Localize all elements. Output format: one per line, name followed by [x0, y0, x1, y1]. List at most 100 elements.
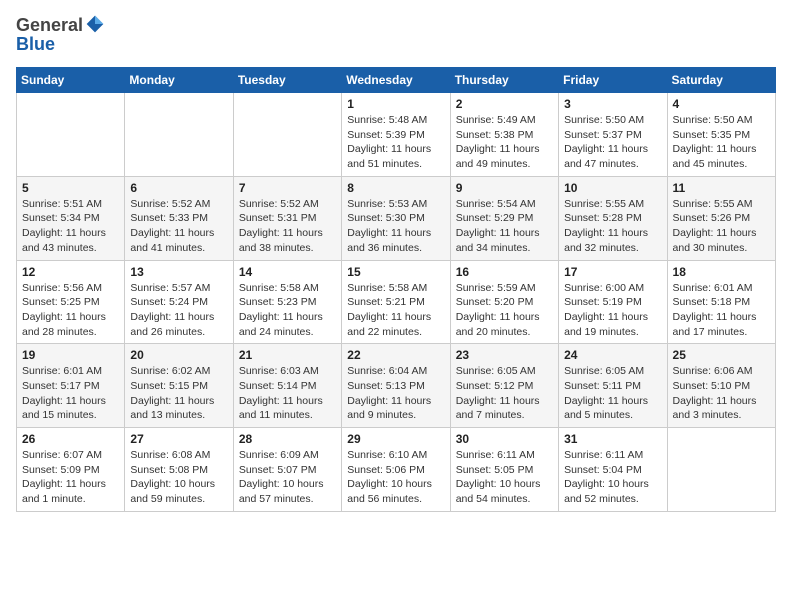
calendar-cell: 24 Sunrise: 6:05 AM Sunset: 5:11 PM Dayli…: [559, 344, 667, 428]
calendar-week-3: 12 Sunrise: 5:56 AM Sunset: 5:25 PM Dayli…: [17, 260, 776, 344]
day-number: 19: [22, 348, 119, 362]
page-header: General Blue: [16, 16, 776, 55]
day-number: 27: [130, 432, 227, 446]
calendar-cell: 1 Sunrise: 5:48 AM Sunset: 5:39 PM Daylig…: [342, 93, 450, 177]
day-info: Sunrise: 5:48 AM Sunset: 5:39 PM Dayligh…: [347, 113, 444, 172]
day-info: Sunrise: 5:54 AM Sunset: 5:29 PM Dayligh…: [456, 197, 553, 256]
day-info: Sunrise: 5:52 AM Sunset: 5:33 PM Dayligh…: [130, 197, 227, 256]
calendar-cell: 8 Sunrise: 5:53 AM Sunset: 5:30 PM Daylig…: [342, 176, 450, 260]
day-info: Sunrise: 5:56 AM Sunset: 5:25 PM Dayligh…: [22, 281, 119, 340]
day-number: 1: [347, 97, 444, 111]
day-number: 12: [22, 265, 119, 279]
calendar-cell: 4 Sunrise: 5:50 AM Sunset: 5:35 PM Daylig…: [667, 93, 775, 177]
day-info: Sunrise: 6:09 AM Sunset: 5:07 PM Dayligh…: [239, 448, 336, 507]
day-info: Sunrise: 6:04 AM Sunset: 5:13 PM Dayligh…: [347, 364, 444, 423]
day-number: 9: [456, 181, 553, 195]
calendar-cell: [233, 93, 341, 177]
day-number: 30: [456, 432, 553, 446]
calendar-cell: 3 Sunrise: 5:50 AM Sunset: 5:37 PM Daylig…: [559, 93, 667, 177]
calendar-cell: 27Sunrise: 6:08 AM Sunset: 5:08 PM Dayli…: [125, 428, 233, 512]
day-number: 29: [347, 432, 444, 446]
weekday-header-friday: Friday: [559, 68, 667, 93]
day-number: 17: [564, 265, 661, 279]
day-number: 20: [130, 348, 227, 362]
day-info: Sunrise: 5:51 AM Sunset: 5:34 PM Dayligh…: [22, 197, 119, 256]
calendar-header-row: SundayMondayTuesdayWednesdayThursdayFrid…: [17, 68, 776, 93]
day-info: Sunrise: 5:58 AM Sunset: 5:23 PM Dayligh…: [239, 281, 336, 340]
calendar-cell: 21 Sunrise: 6:03 AM Sunset: 5:14 PM Dayli…: [233, 344, 341, 428]
calendar-cell: 25 Sunrise: 6:06 AM Sunset: 5:10 PM Dayli…: [667, 344, 775, 428]
calendar-week-1: 1 Sunrise: 5:48 AM Sunset: 5:39 PM Daylig…: [17, 93, 776, 177]
calendar-cell: 6 Sunrise: 5:52 AM Sunset: 5:33 PM Daylig…: [125, 176, 233, 260]
calendar-cell: 28 Sunrise: 6:09 AM Sunset: 5:07 PM Dayli…: [233, 428, 341, 512]
day-info: Sunrise: 5:50 AM Sunset: 5:37 PM Dayligh…: [564, 113, 661, 172]
calendar-cell: 30Sunrise: 6:11 AM Sunset: 5:05 PM Dayli…: [450, 428, 558, 512]
calendar-cell: 22 Sunrise: 6:04 AM Sunset: 5:13 PM Dayli…: [342, 344, 450, 428]
calendar-cell: 11 Sunrise: 5:55 AM Sunset: 5:26 PM Dayli…: [667, 176, 775, 260]
calendar-cell: 10 Sunrise: 5:55 AM Sunset: 5:28 PM Dayli…: [559, 176, 667, 260]
day-info: Sunrise: 5:49 AM Sunset: 5:38 PM Dayligh…: [456, 113, 553, 172]
day-number: 31: [564, 432, 661, 446]
day-info: Sunrise: 6:06 AM Sunset: 5:10 PM Dayligh…: [673, 364, 770, 423]
day-info: Sunrise: 6:01 AM Sunset: 5:17 PM Dayligh…: [22, 364, 119, 423]
day-number: 6: [130, 181, 227, 195]
day-info: Sunrise: 5:55 AM Sunset: 5:26 PM Dayligh…: [673, 197, 770, 256]
calendar-cell: 19 Sunrise: 6:01 AM Sunset: 5:17 PM Dayli…: [17, 344, 125, 428]
calendar-cell: 15Sunrise: 5:58 AM Sunset: 5:21 PM Dayli…: [342, 260, 450, 344]
day-info: Sunrise: 6:07 AM Sunset: 5:09 PM Dayligh…: [22, 448, 119, 507]
calendar-week-4: 19 Sunrise: 6:01 AM Sunset: 5:17 PM Dayli…: [17, 344, 776, 428]
day-info: Sunrise: 6:03 AM Sunset: 5:14 PM Dayligh…: [239, 364, 336, 423]
day-info: Sunrise: 5:59 AM Sunset: 5:20 PM Dayligh…: [456, 281, 553, 340]
logo-blue-text: Blue: [16, 34, 55, 55]
day-number: 13: [130, 265, 227, 279]
calendar-cell: 13Sunrise: 5:57 AM Sunset: 5:24 PM Dayli…: [125, 260, 233, 344]
calendar-cell: 2 Sunrise: 5:49 AM Sunset: 5:38 PM Daylig…: [450, 93, 558, 177]
calendar-cell: 18Sunrise: 6:01 AM Sunset: 5:18 PM Dayli…: [667, 260, 775, 344]
day-number: 8: [347, 181, 444, 195]
day-number: 23: [456, 348, 553, 362]
day-number: 11: [673, 181, 770, 195]
calendar-cell: [667, 428, 775, 512]
day-number: 16: [456, 265, 553, 279]
day-number: 22: [347, 348, 444, 362]
calendar-cell: 26 Sunrise: 6:07 AM Sunset: 5:09 PM Dayli…: [17, 428, 125, 512]
weekday-header-thursday: Thursday: [450, 68, 558, 93]
day-info: Sunrise: 6:05 AM Sunset: 5:11 PM Dayligh…: [564, 364, 661, 423]
day-info: Sunrise: 5:53 AM Sunset: 5:30 PM Dayligh…: [347, 197, 444, 256]
day-info: Sunrise: 5:52 AM Sunset: 5:31 PM Dayligh…: [239, 197, 336, 256]
calendar-cell: [125, 93, 233, 177]
day-number: 21: [239, 348, 336, 362]
day-number: 24: [564, 348, 661, 362]
day-number: 4: [673, 97, 770, 111]
calendar-cell: 29 Sunrise: 6:10 AM Sunset: 5:06 PM Dayli…: [342, 428, 450, 512]
calendar-cell: 31 Sunrise: 6:11 AM Sunset: 5:04 PM Dayli…: [559, 428, 667, 512]
day-info: Sunrise: 6:00 AM Sunset: 5:19 PM Dayligh…: [564, 281, 661, 340]
day-number: 15: [347, 265, 444, 279]
day-number: 2: [456, 97, 553, 111]
weekday-header-sunday: Sunday: [17, 68, 125, 93]
day-info: Sunrise: 6:10 AM Sunset: 5:06 PM Dayligh…: [347, 448, 444, 507]
day-number: 25: [673, 348, 770, 362]
calendar-cell: 14Sunrise: 5:58 AM Sunset: 5:23 PM Dayli…: [233, 260, 341, 344]
calendar-cell: 9 Sunrise: 5:54 AM Sunset: 5:29 PM Daylig…: [450, 176, 558, 260]
calendar-cell: 5Sunrise: 5:51 AM Sunset: 5:34 PM Daylig…: [17, 176, 125, 260]
day-info: Sunrise: 6:11 AM Sunset: 5:04 PM Dayligh…: [564, 448, 661, 507]
day-info: Sunrise: 5:50 AM Sunset: 5:35 PM Dayligh…: [673, 113, 770, 172]
calendar-cell: 17 Sunrise: 6:00 AM Sunset: 5:19 PM Dayli…: [559, 260, 667, 344]
day-number: 10: [564, 181, 661, 195]
calendar-cell: 16 Sunrise: 5:59 AM Sunset: 5:20 PM Dayli…: [450, 260, 558, 344]
day-number: 3: [564, 97, 661, 111]
calendar-week-5: 26 Sunrise: 6:07 AM Sunset: 5:09 PM Dayli…: [17, 428, 776, 512]
weekday-header-tuesday: Tuesday: [233, 68, 341, 93]
calendar-cell: 7Sunrise: 5:52 AM Sunset: 5:31 PM Daylig…: [233, 176, 341, 260]
calendar-cell: [17, 93, 125, 177]
day-number: 26: [22, 432, 119, 446]
calendar-cell: 23Sunrise: 6:05 AM Sunset: 5:12 PM Dayli…: [450, 344, 558, 428]
logo-general-text: General: [16, 16, 83, 34]
logo: General Blue: [16, 16, 105, 55]
day-number: 28: [239, 432, 336, 446]
day-info: Sunrise: 5:55 AM Sunset: 5:28 PM Dayligh…: [564, 197, 661, 256]
calendar-table: SundayMondayTuesdayWednesdayThursdayFrid…: [16, 67, 776, 512]
weekday-header-monday: Monday: [125, 68, 233, 93]
day-info: Sunrise: 6:01 AM Sunset: 5:18 PM Dayligh…: [673, 281, 770, 340]
